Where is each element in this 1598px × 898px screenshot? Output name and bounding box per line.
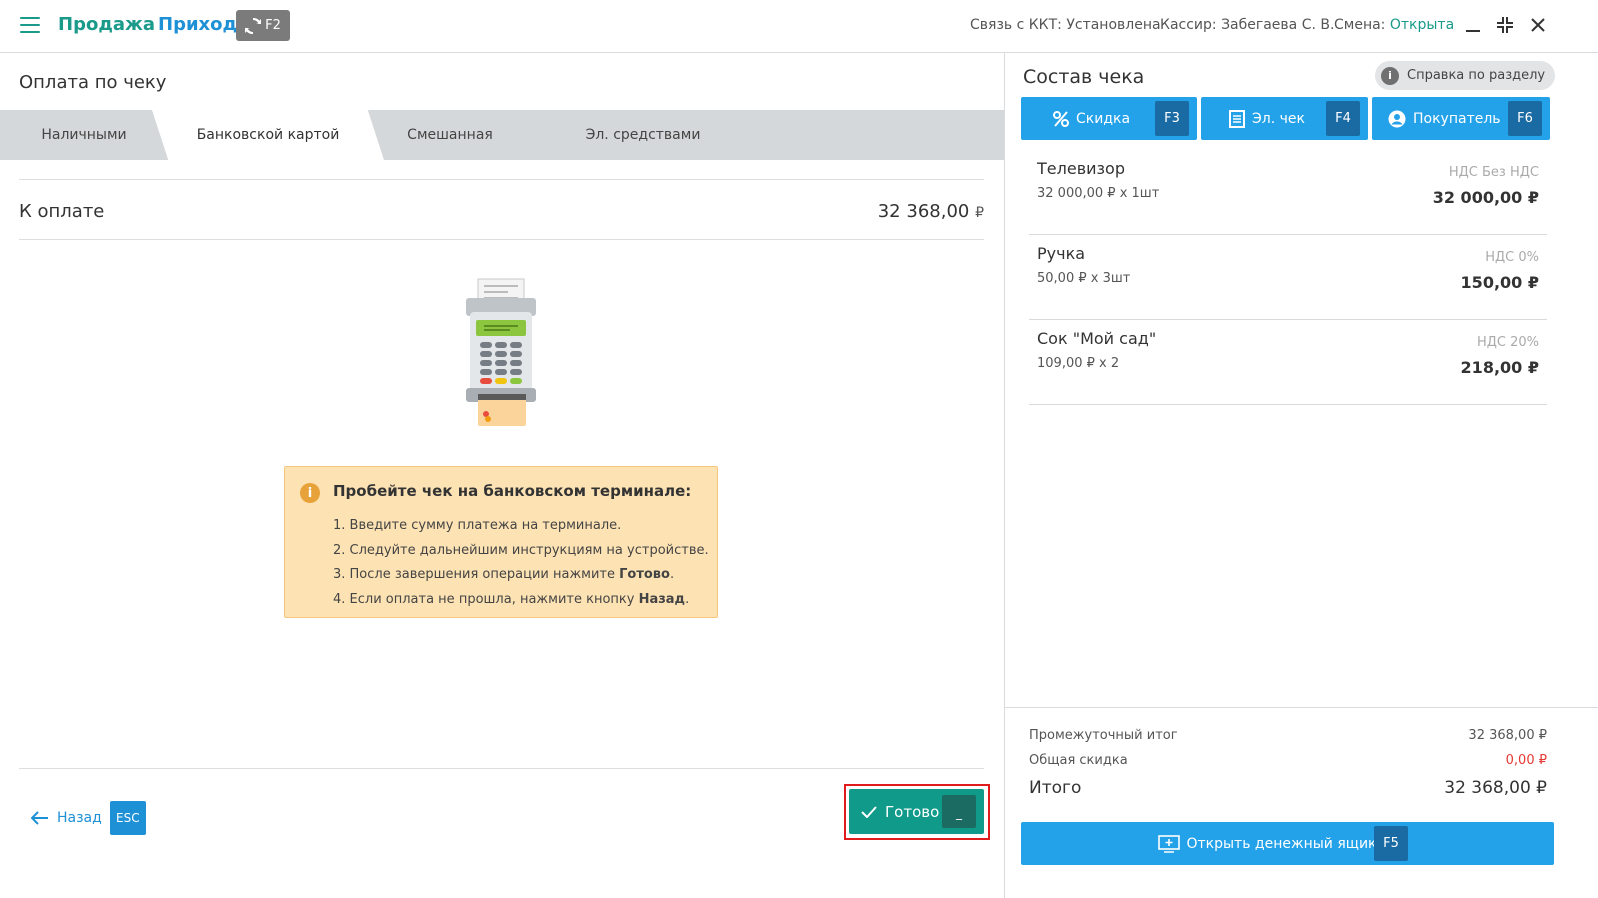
info-icon: i xyxy=(1381,66,1399,85)
tab-cash-label: Наличными xyxy=(41,127,127,143)
instruction-step: 2. Следуйте дальнейшим инструкциям на ус… xyxy=(333,542,709,558)
item-qty: 50,00 ₽ x 3шт xyxy=(1037,271,1131,286)
receipt-title: Состав чека xyxy=(1023,66,1145,88)
instruction-step: 1. Введите сумму платежа на терминале. xyxy=(333,518,622,533)
item-vat: НДС Без НДС xyxy=(1448,165,1539,180)
subtotal-value: 32 368,00 ₽ xyxy=(1468,728,1547,743)
switch-key-badge: F2 xyxy=(265,18,281,33)
total-value: 32 368,00 ₽ xyxy=(1444,778,1547,798)
buyer-key-badge: F6 xyxy=(1508,101,1542,136)
tab-bank-card-label: Банковской картой xyxy=(196,127,340,143)
tab-electronic[interactable]: Эл. средствами xyxy=(548,110,738,160)
discount-label: Скидка xyxy=(1076,110,1131,127)
drawer-key-badge: F5 xyxy=(1374,826,1408,861)
instruction-step: 3. После завершения операции нажмите Гот… xyxy=(333,567,675,582)
item-vat: НДС 20% xyxy=(1476,335,1539,350)
user-icon xyxy=(1388,110,1406,128)
info-icon: i xyxy=(300,483,320,503)
receipt-item[interactable]: Телевизор 32 000,00 ₽ x 1шт НДС Без НДС … xyxy=(1029,150,1547,235)
shift-value: Открыта xyxy=(1389,17,1455,33)
receipt-item[interactable]: Ручка 50,00 ₽ x 3шт НДС 0% 150,00 ₽ xyxy=(1029,235,1547,320)
done-key-badge: _ xyxy=(942,795,976,828)
echeck-button[interactable]: Эл. чек F4 xyxy=(1201,97,1368,140)
divider xyxy=(19,179,984,180)
discount-total-value: 0,00 ₽ xyxy=(1505,753,1547,768)
close-icon[interactable] xyxy=(1527,14,1549,36)
cash-drawer-icon xyxy=(1158,834,1181,853)
item-sum: 218,00 ₽ xyxy=(1460,358,1539,377)
discount-total-label: Общая скидка xyxy=(1029,753,1128,768)
help-label: Справка по разделу xyxy=(1407,68,1546,83)
back-label: Назад xyxy=(57,810,102,826)
item-name: Телевизор xyxy=(1037,159,1125,178)
done-label: Готово xyxy=(885,802,940,821)
drawer-label: Открыть денежный ящик xyxy=(1186,835,1377,852)
shift-status: Смена: Открыта xyxy=(1334,17,1454,33)
subtotal-label: Промежуточный итог xyxy=(1029,728,1178,743)
total-row: Итого 32 368,00 ₽ xyxy=(1029,778,1547,798)
esc-key-badge: ESC xyxy=(109,801,146,835)
discount-total-row: Общая скидка 0,00 ₽ xyxy=(1029,753,1547,768)
document-icon xyxy=(1229,109,1245,128)
tab-electronic-label: Эл. средствами xyxy=(585,127,701,143)
to-pay-label: К оплате xyxy=(19,201,105,222)
echeck-label: Эл. чек xyxy=(1252,110,1305,127)
item-name: Сок "Мой сад" xyxy=(1037,329,1157,348)
divider xyxy=(19,239,984,240)
top-bar: Продажа Приход F2 Связь с ККТ: Установле… xyxy=(0,0,1598,53)
minimize-icon[interactable] xyxy=(1462,14,1484,36)
to-pay-amount: 32 368,00 ₽ xyxy=(878,201,984,222)
item-sum: 32 000,00 ₽ xyxy=(1432,188,1539,207)
receipt-pane: Состав чека i Справка по разделу Скидка … xyxy=(1004,53,1598,898)
back-button[interactable]: Назад ESC xyxy=(31,801,146,835)
item-qty: 32 000,00 ₽ x 1шт xyxy=(1037,186,1160,201)
page-title: Оплата по чеку xyxy=(19,72,167,93)
instruction-list: 1. Введите сумму платежа на терминале. 2… xyxy=(333,514,709,612)
item-name: Ручка xyxy=(1037,244,1086,263)
help-button[interactable]: i Справка по разделу xyxy=(1375,61,1555,90)
refresh-icon xyxy=(245,17,262,34)
buyer-label: Покупатель xyxy=(1413,110,1501,127)
divider xyxy=(1005,707,1598,708)
receipt-item[interactable]: Сок "Мой сад" 109,00 ₽ x 2 НДС 20% 218,0… xyxy=(1029,320,1547,405)
discount-key-badge: F3 xyxy=(1155,101,1189,136)
restore-window-icon[interactable] xyxy=(1494,14,1516,36)
tab-mixed[interactable]: Смешанная xyxy=(360,110,540,160)
mode-sale-link[interactable]: Продажа xyxy=(58,14,155,35)
instruction-step: 4. Если оплата не прошла, нажмите кнопку… xyxy=(333,591,690,607)
done-button[interactable]: Готово _ xyxy=(849,789,984,834)
mode-income-link[interactable]: Приход xyxy=(158,14,237,35)
cashier-name: Кассир: Забегаева С. В. xyxy=(1160,17,1335,33)
tab-mixed-label: Смешанная xyxy=(407,127,493,143)
card-terminal-icon xyxy=(466,278,536,426)
menu-icon[interactable] xyxy=(20,17,40,33)
to-pay-value: 32 368,00 xyxy=(877,201,970,222)
item-qty: 109,00 ₽ x 2 xyxy=(1037,356,1120,371)
shift-label: Смена: xyxy=(1334,17,1386,33)
instruction-title: Пробейте чек на банковском терминале: xyxy=(333,482,692,500)
divider xyxy=(19,768,984,769)
instruction-box: i Пробейте чек на банковском терминале: … xyxy=(284,466,718,618)
percent-icon xyxy=(1053,110,1069,127)
open-cash-drawer-button[interactable]: Открыть денежный ящик F5 xyxy=(1021,822,1554,865)
kkt-status: Связь с ККТ: Установлена xyxy=(970,17,1161,33)
switch-mode-button[interactable]: F2 xyxy=(236,10,290,41)
tab-bank-card[interactable]: Банковской картой xyxy=(152,110,384,160)
discount-button[interactable]: Скидка F3 xyxy=(1021,97,1197,140)
currency-sign: ₽ xyxy=(975,205,984,221)
subtotal-row: Промежуточный итог 32 368,00 ₽ xyxy=(1029,728,1547,743)
echeck-key-badge: F4 xyxy=(1326,101,1360,136)
arrow-left-icon xyxy=(31,811,48,825)
total-label: Итого xyxy=(1029,778,1082,798)
payment-tabs: Наличными Банковской картой Смешанная Эл… xyxy=(0,110,1004,160)
payment-pane: Оплата по чеку Наличными Банковской карт… xyxy=(0,53,1004,898)
item-sum: 150,00 ₽ xyxy=(1460,273,1539,292)
buyer-button[interactable]: Покупатель F6 xyxy=(1372,97,1550,140)
tab-cash[interactable]: Наличными xyxy=(0,110,168,160)
item-vat: НДС 0% xyxy=(1485,250,1539,265)
check-icon xyxy=(861,805,877,818)
